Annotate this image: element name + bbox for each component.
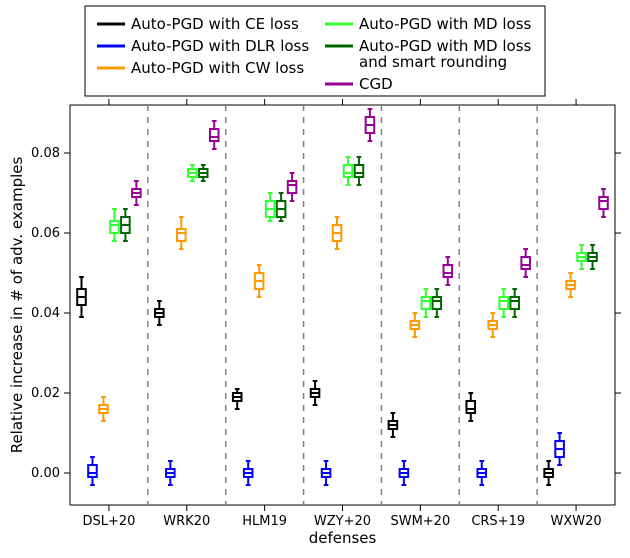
legend-label: and smart rounding — [359, 53, 507, 71]
box — [599, 197, 608, 209]
x-tick-label: WXW20 — [550, 514, 601, 529]
box — [466, 401, 475, 413]
x-tick-label: SWM+20 — [390, 514, 450, 529]
box — [521, 257, 530, 269]
y-tick-label: 0.06 — [31, 226, 60, 241]
y-axis-label: Relative increase in # of adv. examples — [8, 157, 26, 454]
box — [433, 297, 442, 309]
box — [110, 221, 119, 233]
box — [210, 129, 219, 141]
legend-label: Auto-PGD with CE loss — [131, 15, 299, 33]
legend-label: Auto-PGD with CW loss — [131, 59, 304, 77]
legend-label: CGD — [359, 75, 393, 93]
box — [344, 165, 353, 177]
chart-root: 0.00 0.02 0.04 0.06 0.08 DSL+20 WRK20 HLM19 WZY+… — [0, 0, 630, 558]
plot-frame — [70, 105, 615, 505]
box — [444, 265, 453, 277]
y-tick-label: 0.04 — [31, 306, 60, 321]
x-tick-label: CRS+19 — [471, 514, 525, 529]
box — [288, 181, 297, 193]
box — [355, 165, 364, 177]
box — [499, 297, 508, 309]
x-tick-label: DSL+20 — [82, 514, 135, 529]
y-tick-label: 0.08 — [31, 146, 60, 161]
legend-label: Auto-PGD with DLR loss — [131, 37, 309, 55]
x-tick-label: WZY+20 — [314, 514, 371, 529]
box — [88, 465, 97, 477]
box — [422, 297, 431, 309]
y-tick-label: 0.02 — [31, 386, 60, 401]
chart-svg: 0.00 0.02 0.04 0.06 0.08 DSL+20 WRK20 HLM19 WZY+… — [0, 0, 630, 558]
x-tick-label: WRK20 — [163, 514, 210, 529]
box — [510, 297, 519, 309]
legend-label: Auto-PGD with MD loss — [359, 15, 532, 33]
box — [177, 229, 186, 241]
x-axis-label: defenses — [309, 529, 377, 547]
x-tick-label: HLM19 — [242, 514, 287, 529]
y-tick-label: 0.00 — [31, 466, 60, 481]
